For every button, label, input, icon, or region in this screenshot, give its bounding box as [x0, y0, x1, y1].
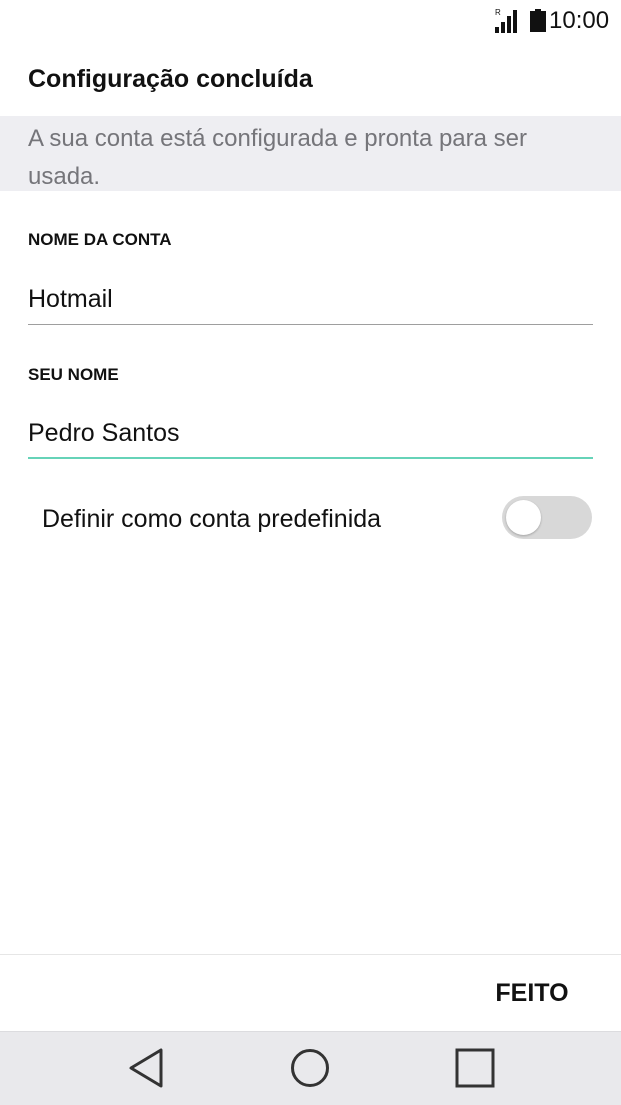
home-icon[interactable]	[288, 1046, 332, 1090]
your-name-underline	[28, 457, 593, 459]
account-name-label: NOME DA CONTA	[28, 230, 172, 249]
battery-icon	[530, 9, 546, 32]
your-name-label: SEU NOME	[28, 365, 119, 384]
your-name-field[interactable]	[28, 411, 593, 459]
roaming-indicator: R	[495, 8, 501, 17]
back-icon[interactable]	[125, 1046, 169, 1090]
status-bar: R 10:00	[0, 0, 621, 44]
your-name-input[interactable]	[28, 411, 593, 455]
page-title: Configuração concluída	[28, 65, 313, 93]
signal-icon: R	[495, 8, 517, 33]
account-name-underline	[28, 324, 593, 325]
toggle-knob	[506, 500, 541, 535]
account-name-input[interactable]	[28, 277, 593, 321]
account-name-field[interactable]	[28, 277, 593, 325]
navigation-bar	[0, 1031, 621, 1105]
status-time: 10:00	[549, 7, 610, 34]
default-account-label: Definir como conta predefinida	[42, 505, 382, 533]
done-button[interactable]: FEITO	[470, 968, 594, 1018]
default-account-toggle[interactable]	[502, 496, 592, 539]
default-account-row[interactable]: Definir como conta predefinida	[0, 480, 621, 560]
app-bar: Configuração concluída	[0, 44, 621, 116]
footer-divider	[0, 954, 621, 955]
recents-icon[interactable]	[453, 1046, 497, 1090]
description-banner: A sua conta está configurada e pronta pa…	[0, 116, 621, 191]
description-text: A sua conta está configurada e pronta pa…	[28, 125, 527, 190]
